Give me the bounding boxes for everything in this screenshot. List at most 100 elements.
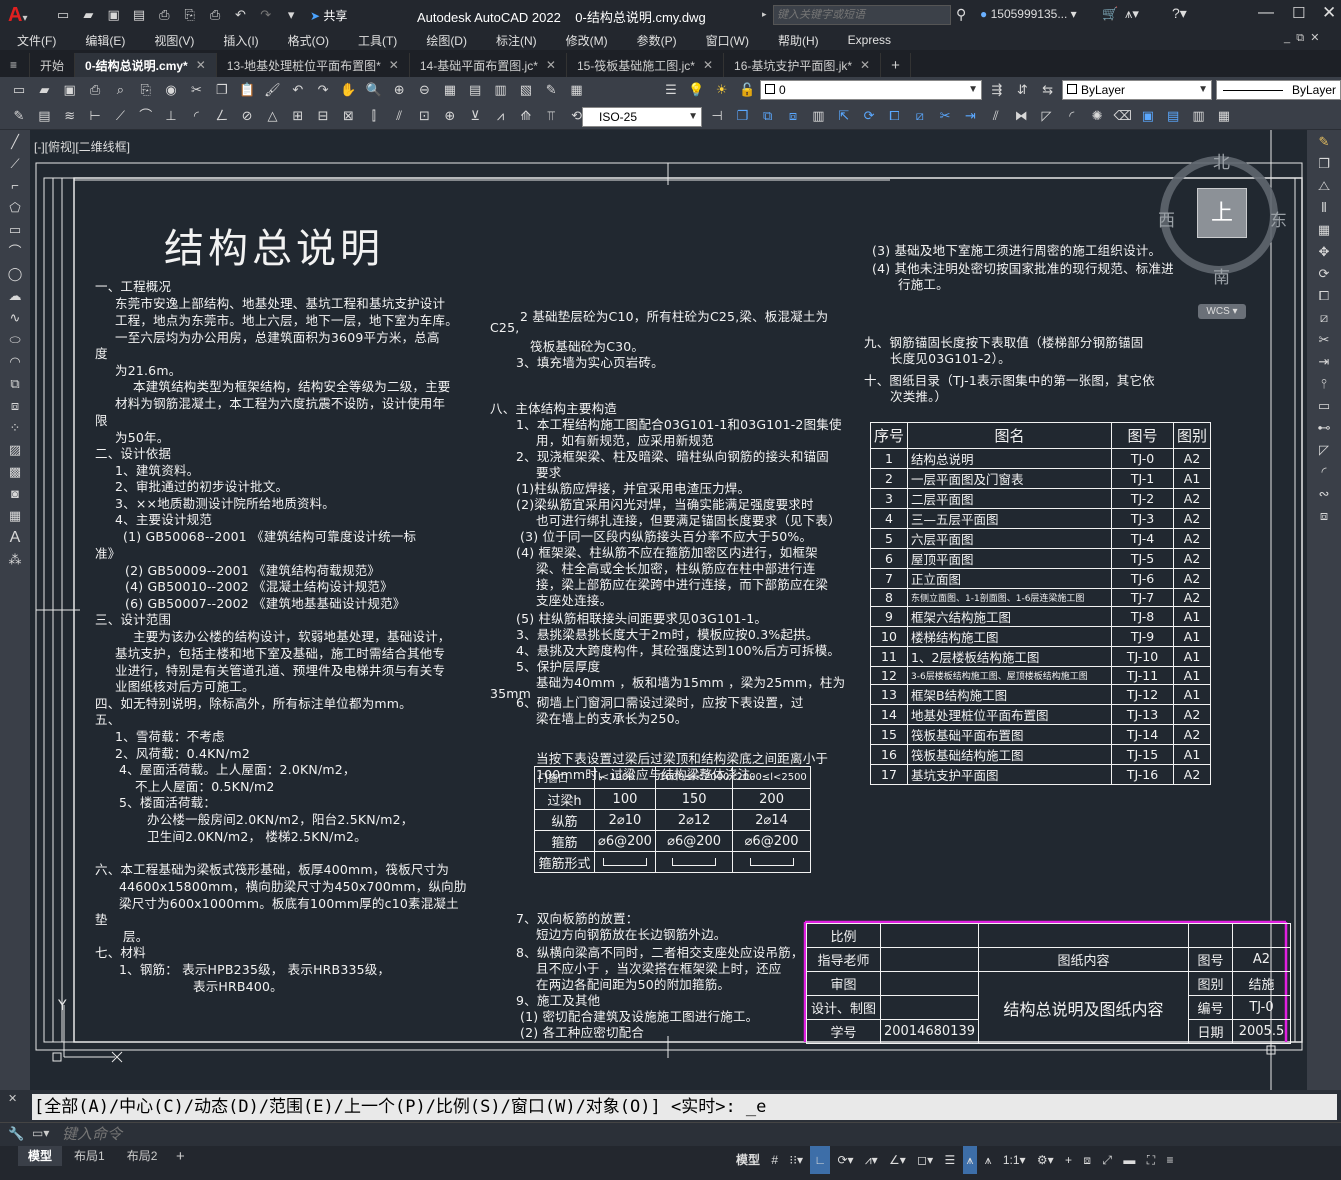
qat-dropdown-icon[interactable]: ▾ [282, 6, 300, 24]
add-selected-icon[interactable]: ⁂ [5, 550, 25, 570]
break-side-icon[interactable]: ▭ [1314, 396, 1334, 416]
dim-continue-icon[interactable]: ⊠ [339, 107, 357, 125]
menu-item[interactable]: 编辑(E) [68, 32, 137, 49]
quick-dim-icon[interactable]: ⊞ [289, 107, 307, 125]
file-tab[interactable]: 15-筏板基础施工图.jc* ✕ [567, 53, 725, 77]
offset-icon[interactable]: ⧈ [784, 107, 802, 125]
pan-icon[interactable]: ✋ [339, 81, 357, 99]
layer-select[interactable]: 0 ▼ [760, 80, 982, 100]
menu-item[interactable]: 格式(O) [271, 32, 341, 49]
user-account[interactable]: ● 1505999135... ▾ [980, 7, 1077, 21]
rotate-icon[interactable]: ⟳ [860, 107, 878, 125]
blend-side-icon[interactable]: ∾ [1314, 484, 1334, 504]
close-cmd-icon[interactable]: ✕ [8, 1092, 17, 1105]
doc-window-controls[interactable]: _ ⧉ ✕ [1284, 31, 1319, 45]
make-block-icon[interactable]: ⧈ [5, 396, 25, 416]
dimstyle-select[interactable]: ISO-25 ▼ [582, 107, 702, 127]
file-tab[interactable]: 14-基础平面布置图.jc* ✕ [410, 53, 567, 77]
redo-icon[interactable]: ↷ [257, 6, 275, 24]
line-icon[interactable]: ╱ [5, 132, 25, 152]
fillet-side-icon[interactable]: ◜ [1314, 462, 1334, 482]
preview-icon[interactable]: ⌕ [111, 81, 129, 99]
chamfer-side-icon[interactable]: ◸ [1314, 440, 1334, 460]
web-open-icon[interactable]: ⎙ [155, 6, 173, 24]
edit-icon[interactable]: ✎ [10, 107, 28, 125]
save-icon[interactable]: ▣ [105, 6, 123, 24]
publish-icon[interactable]: ⎘ [137, 81, 155, 99]
customize-menu-icon[interactable]: ≡ [1162, 1146, 1177, 1174]
menu-item[interactable]: 绘图(D) [409, 32, 479, 49]
match-prop-icon[interactable]: 🖌 [263, 81, 281, 99]
otrack-icon[interactable]: ∠▾ [885, 1146, 910, 1174]
viewcube-west[interactable]: 西 [1158, 206, 1175, 231]
move-side-icon[interactable]: ✥ [1314, 242, 1334, 262]
erase-side-icon[interactable]: ✎ [1314, 132, 1334, 152]
dimstyle-icon[interactable]: ⊣ [708, 107, 726, 125]
point-icon[interactable]: ⁘ [5, 418, 25, 438]
qnew-icon[interactable]: ▭ [10, 81, 28, 99]
ungroup-icon[interactable]: ▤ [1164, 107, 1182, 125]
menu-item[interactable]: 文件(F) [0, 32, 68, 49]
fullscreen-icon[interactable]: ⛶ [1143, 1146, 1159, 1174]
color-select[interactable]: ByLayer ▼ [1062, 80, 1212, 100]
chamfer-icon[interactable]: ◸ [1037, 107, 1055, 125]
cart-icon[interactable]: 🛒 [1102, 6, 1118, 22]
close-tab-icon[interactable]: ✕ [196, 58, 206, 72]
linetype-select[interactable]: ByLayer [1216, 80, 1341, 100]
dim-ordinate-icon[interactable]: ⊥ [162, 107, 180, 125]
spline-icon[interactable]: ∿ [5, 308, 25, 328]
hatch-icon[interactable]: ▨ [5, 440, 25, 460]
mirror-side-icon[interactable]: ⧍ [1314, 176, 1334, 196]
polygon-icon[interactable]: ⬠ [5, 198, 25, 218]
help-icon[interactable]: ?▾ [1172, 5, 1187, 22]
ortho-icon[interactable]: ∟ [810, 1146, 831, 1174]
dim-diameter-icon[interactable]: ⊘ [238, 107, 256, 125]
dim-angular-icon[interactable]: △ [263, 107, 281, 125]
quickcalc-icon[interactable]: ▦ [568, 81, 586, 99]
design-center-icon[interactable]: ▤ [466, 81, 484, 99]
insert-block-icon[interactable]: ⧉ [5, 374, 25, 394]
close-tab-icon[interactable]: ✕ [546, 58, 556, 72]
explode-icon[interactable]: ✺ [1088, 107, 1106, 125]
print-icon[interactable]: ⎙ [206, 6, 224, 24]
share-button[interactable]: ➤ 共享 [310, 7, 347, 24]
search-input[interactable] [773, 5, 951, 25]
circle-icon[interactable]: ◯ [5, 264, 25, 284]
polyline-icon[interactable]: ⌐ [5, 176, 25, 196]
close-tab-icon[interactable]: ✕ [860, 58, 870, 72]
tool-palettes-icon[interactable]: ▥ [492, 81, 510, 99]
new-tab-icon[interactable]: + [881, 53, 911, 77]
search-expand-icon[interactable]: ▸ [762, 9, 767, 20]
grid-icon[interactable]: # [767, 1146, 782, 1174]
zoom-window-icon[interactable]: ⊕ [390, 81, 408, 99]
table-icon[interactable]: ▦ [5, 506, 25, 526]
workspace-gear-icon[interactable]: ⚙▾ [1033, 1146, 1058, 1174]
dim-text-edit-icon[interactable]: ⫪ [542, 107, 560, 125]
copy-obj-icon[interactable]: ❐ [733, 107, 751, 125]
viewcube-east[interactable]: 东 [1270, 206, 1287, 231]
isodraft-icon[interactable]: ⩘▾ [861, 1146, 882, 1174]
polar-icon[interactable]: ⟳▾ [833, 1146, 857, 1174]
menu-item[interactable]: Express [831, 33, 903, 47]
maximize-button[interactable]: ☐ [1292, 4, 1305, 22]
gradient-icon[interactable]: ▩ [5, 462, 25, 482]
scale-icon[interactable]: ⧠ [885, 107, 903, 125]
dim-jogged-icon[interactable]: ㄥ [213, 107, 231, 125]
erase-icon[interactable]: ⌫ [1114, 107, 1132, 125]
open-file-icon[interactable]: ▰ [35, 81, 53, 99]
stretch-icon[interactable]: ⧄ [911, 107, 929, 125]
layer-on-icon[interactable]: 💡 [687, 81, 705, 99]
viewcube-south[interactable]: 南 [1213, 263, 1230, 288]
properties-icon[interactable]: ▦ [441, 81, 459, 99]
dim-arc-icon[interactable]: ⌒ [137, 107, 155, 125]
copy-side-icon[interactable]: ❐ [1314, 154, 1334, 174]
open-icon[interactable]: ▰ [79, 6, 97, 24]
annotation-scale-icon[interactable]: ⩚ [962, 1146, 978, 1174]
mtext-icon[interactable]: A [5, 528, 25, 548]
wcs-menu[interactable]: WCS ▾ [1198, 304, 1246, 319]
zoom-realtime-icon[interactable]: 🔍 [365, 81, 383, 99]
layer-match-icon[interactable]: ⇵ [1013, 81, 1031, 99]
minimize-button[interactable]: — [1258, 4, 1274, 22]
web-save-icon[interactable]: ⎘ [181, 6, 199, 24]
join-icon[interactable]: ⧓ [1012, 107, 1030, 125]
